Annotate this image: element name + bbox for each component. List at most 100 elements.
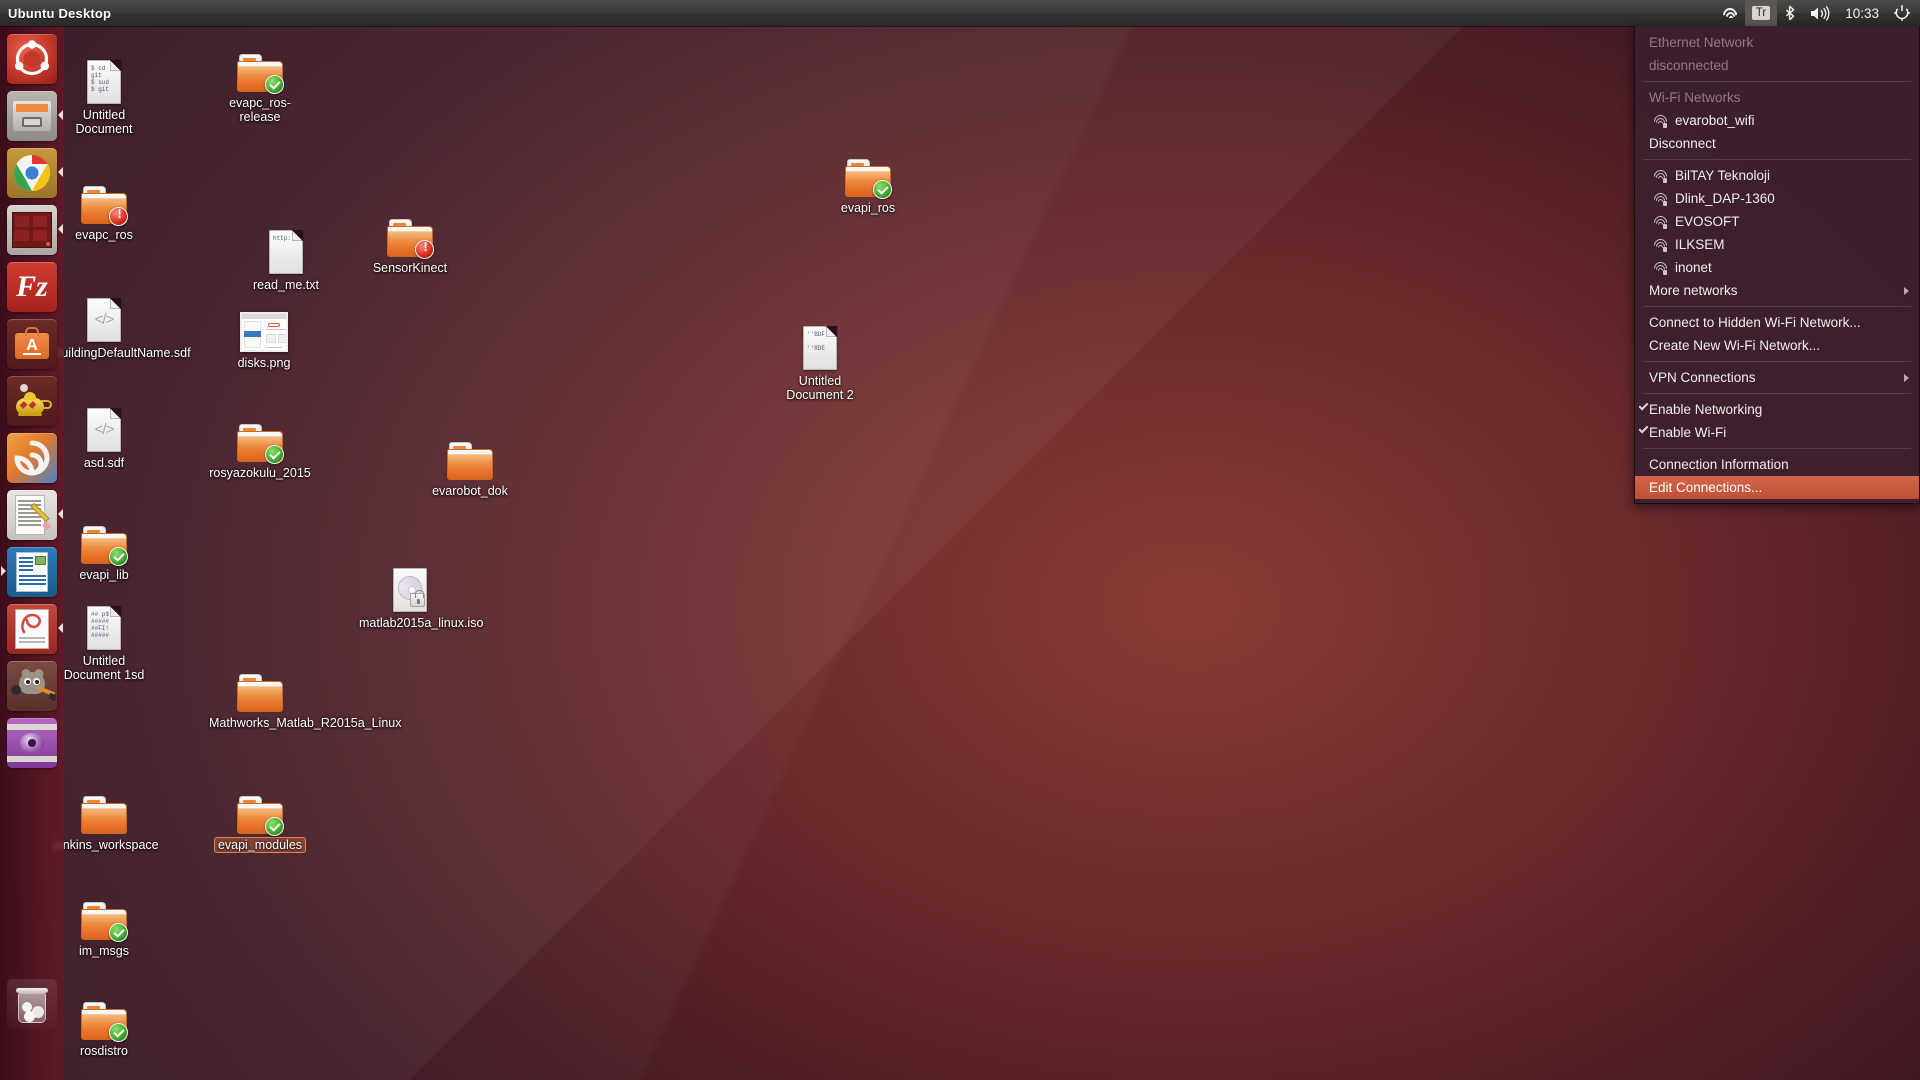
desktop-icon-evapc-ros-release[interactable]: evapc_ros-release [206, 40, 314, 125]
launcher-item-spiral-app[interactable] [7, 433, 57, 483]
icon-graphic [356, 205, 464, 257]
menu-item-network-biltay-teknoloji[interactable]: BilTAY Teknoloji [1635, 164, 1919, 187]
folder-icon [81, 1002, 127, 1040]
desktop-icon-read-me-txt[interactable]: http: read_me.txt [232, 222, 340, 293]
checkmark-emblem-icon [265, 75, 284, 94]
wifi-signal-icon [1649, 169, 1666, 182]
text-file-icon: ## p$#######FI!##### [87, 606, 121, 650]
checkmark-emblem-icon [873, 180, 892, 199]
menu-item-network-inonet[interactable]: inonet [1635, 256, 1919, 279]
wifi-icon[interactable] [1713, 0, 1745, 26]
icon-graphic [356, 560, 464, 612]
icon-label: evarobot_dok [429, 483, 511, 499]
checkmark-icon [1639, 401, 1649, 411]
session-menu-icon[interactable] [1887, 0, 1920, 26]
icon-label: Untitled Document [50, 107, 158, 137]
launcher-item-libreoffice-writer[interactable] [7, 547, 57, 597]
launcher-item-genie-lamp-app[interactable] [7, 376, 57, 426]
menu-item-label: Edit Connections... [1649, 480, 1762, 495]
text-file-icon: http: [269, 230, 303, 274]
folder-icon [387, 219, 433, 257]
spiral-icon [7, 433, 57, 483]
desktop-icon-asd-sdf[interactable]: </> asd.sdf [50, 400, 158, 471]
desktop-icon-evarobot-dok[interactable]: evarobot_dok [416, 428, 524, 499]
menu-item-label: inonet [1675, 260, 1712, 275]
launcher-item-trash[interactable] [7, 979, 57, 1029]
text-file-icon: ''BDF ''RDE [803, 326, 837, 370]
menu-item-edit-connections[interactable]: Edit Connections... [1635, 476, 1919, 499]
icon-graphic [50, 512, 158, 564]
menu-item-connect-to-hidden-wifi[interactable]: Connect to Hidden Wi-Fi Network... [1635, 311, 1919, 334]
launcher-item-video-player[interactable] [7, 718, 57, 768]
desktop-icon-rosyazokulu-2015[interactable]: rosyazokulu_2015 [206, 410, 314, 481]
menu-item-enable-wifi[interactable]: Enable Wi-Fi [1635, 421, 1919, 444]
text-file-icon: $ cd git$ sud$ git [87, 60, 121, 104]
desktop-icon-matlab2015a-linux-iso[interactable]: matlab2015a_linux.iso [356, 560, 464, 631]
menu-item-disconnect-action[interactable]: Disconnect [1635, 132, 1919, 155]
bluetooth-icon[interactable] [1777, 0, 1803, 26]
desktop-icon-rosdistro[interactable]: rosdistro [50, 988, 158, 1059]
checkmark-emblem-icon [109, 547, 128, 566]
launcher-item-google-chrome[interactable] [7, 148, 57, 198]
menu-item-network-evosoft[interactable]: EVOSOFT [1635, 210, 1919, 233]
menu-item-label: VPN Connections [1649, 370, 1756, 385]
folder-icon [447, 442, 493, 480]
code-brackets-glyph: </> [88, 299, 120, 341]
icon-label: rosdistro [77, 1043, 131, 1059]
desktop-icon-untitled-document-2[interactable]: ''BDF ''RDE Untitled Document 2 [766, 318, 874, 403]
desktop-icon-jenkins-workspace[interactable]: jenkins_workspace [50, 782, 158, 853]
icon-graphic [206, 660, 314, 712]
desktop-icon-im-msgs[interactable]: im_msgs [50, 888, 158, 959]
icon-graphic [814, 145, 922, 197]
desktop-icon-mathworks-matlab-r2015a-linux[interactable]: Mathworks_Matlab_R2015a_Linux [206, 660, 314, 731]
volume-icon[interactable] [1803, 0, 1837, 26]
wifi-signal-icon [1649, 215, 1666, 228]
menu-item-more-networks[interactable]: More networks [1635, 279, 1919, 302]
launcher-item-gimp[interactable] [7, 661, 57, 711]
menu-item-create-new-wifi-network[interactable]: Create New Wi-Fi Network... [1635, 334, 1919, 357]
launcher-item-text-editor[interactable] [7, 490, 57, 540]
icon-graphic [206, 40, 314, 92]
launcher-item-ubuntu-software-center[interactable]: A [7, 319, 57, 369]
clock[interactable]: 10:33 [1837, 6, 1887, 21]
launcher-item-files[interactable] [7, 91, 57, 141]
desktop-background[interactable] [0, 0, 1920, 1080]
desktop-icon-untitled-document-1sd[interactable]: ## p$#######FI!##### Untitled Document 1… [50, 598, 158, 683]
menu-item-label: evarobot_wifi [1675, 113, 1755, 128]
launcher-item-pdf-reader[interactable] [7, 604, 57, 654]
icon-graphic [50, 888, 158, 940]
keyboard-layout-indicator[interactable]: Tr [1745, 0, 1777, 26]
menu-item-label: Enable Wi-Fi [1649, 425, 1726, 440]
panel-title[interactable]: Ubuntu Desktop [0, 6, 111, 21]
code-file-icon: </> [87, 408, 121, 452]
icon-label: BuildingDefaultName.sdf [50, 345, 194, 361]
icon-label: im_msgs [76, 943, 132, 959]
power-gear-glyph [1894, 5, 1910, 21]
menu-item-label: EVOSOFT [1675, 214, 1740, 229]
desktop-icon-evapi-modules[interactable]: evapi_modules [206, 782, 314, 853]
menu-item-label: Dlink_DAP-1360 [1675, 191, 1775, 206]
menu-item-network-evarobot-wifi[interactable]: evarobot_wifi [1635, 109, 1919, 132]
menu-item-network-dlink-dap-1360[interactable]: Dlink_DAP-1360 [1635, 187, 1919, 210]
unity-launcher: Fz A [0, 26, 64, 1080]
menu-separator [1643, 306, 1911, 307]
menu-item-label: Create New Wi-Fi Network... [1649, 338, 1820, 353]
desktop-icon-evapi-lib[interactable]: evapi_lib [50, 512, 158, 583]
menu-item-network-ilksem[interactable]: ILKSEM [1635, 233, 1919, 256]
desktop-icon-buildingdefaultname-sdf[interactable]: </> BuildingDefaultName.sdf [50, 290, 158, 361]
icon-label: disks.png [235, 355, 294, 371]
icon-label: SensorKinect [370, 260, 450, 276]
desktop-icon-evapi-ros[interactable]: evapi_ros [814, 145, 922, 216]
desktop-icon-disks-png[interactable]: disks.png [210, 300, 318, 371]
menu-item-wifi-networks-header: Wi-Fi Networks [1635, 86, 1919, 109]
desktop-icon-untitled-document[interactable]: $ cd git$ sud$ git Untitled Document [50, 52, 158, 137]
desktop-icon-sensorkinect[interactable]: SensorKinect [356, 205, 464, 276]
launcher-item-filezilla[interactable]: Fz [7, 262, 57, 312]
launcher-item-terminal[interactable] [7, 205, 57, 255]
launcher-item-dash-home[interactable] [7, 34, 57, 84]
menu-item-enable-networking[interactable]: Enable Networking [1635, 398, 1919, 421]
desktop-icon-evapc-ros[interactable]: evapc_ros [50, 172, 158, 243]
menu-item-connection-information[interactable]: Connection Information [1635, 453, 1919, 476]
menu-item-label: disconnected [1649, 58, 1729, 73]
menu-item-vpn-connections[interactable]: VPN Connections [1635, 366, 1919, 389]
